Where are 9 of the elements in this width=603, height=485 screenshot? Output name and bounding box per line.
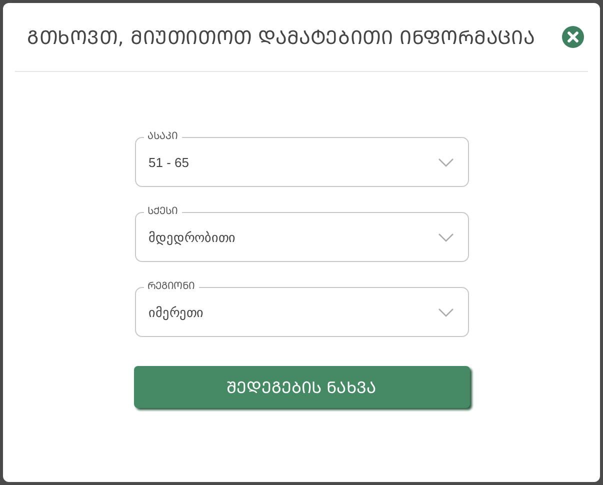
chevron-down-icon xyxy=(438,308,454,316)
field-value: მდედრობითი xyxy=(148,230,236,244)
chevron-down-icon xyxy=(438,232,454,242)
dialog-title: ᲒᲗᲮᲝᲕᲗ, ᲛᲘᲣᲗᲘᲗᲝᲗ ᲓᲐᲛᲐᲢᲔᲑᲘᲗᲘ ᲘᲜᲤᲝᲠᲛᲐᲪᲘᲐ xyxy=(27,26,535,50)
chevron-down-icon xyxy=(438,158,454,166)
field-value: 51 - 65 xyxy=(148,154,189,170)
field-value: იმერეთი xyxy=(148,304,204,320)
close-icon[interactable] xyxy=(562,26,584,48)
submit-button[interactable]: ᲨᲔᲓᲔᲒᲔᲑᲘᲡ ᲜᲐᲮᲕᲐ xyxy=(134,366,470,408)
